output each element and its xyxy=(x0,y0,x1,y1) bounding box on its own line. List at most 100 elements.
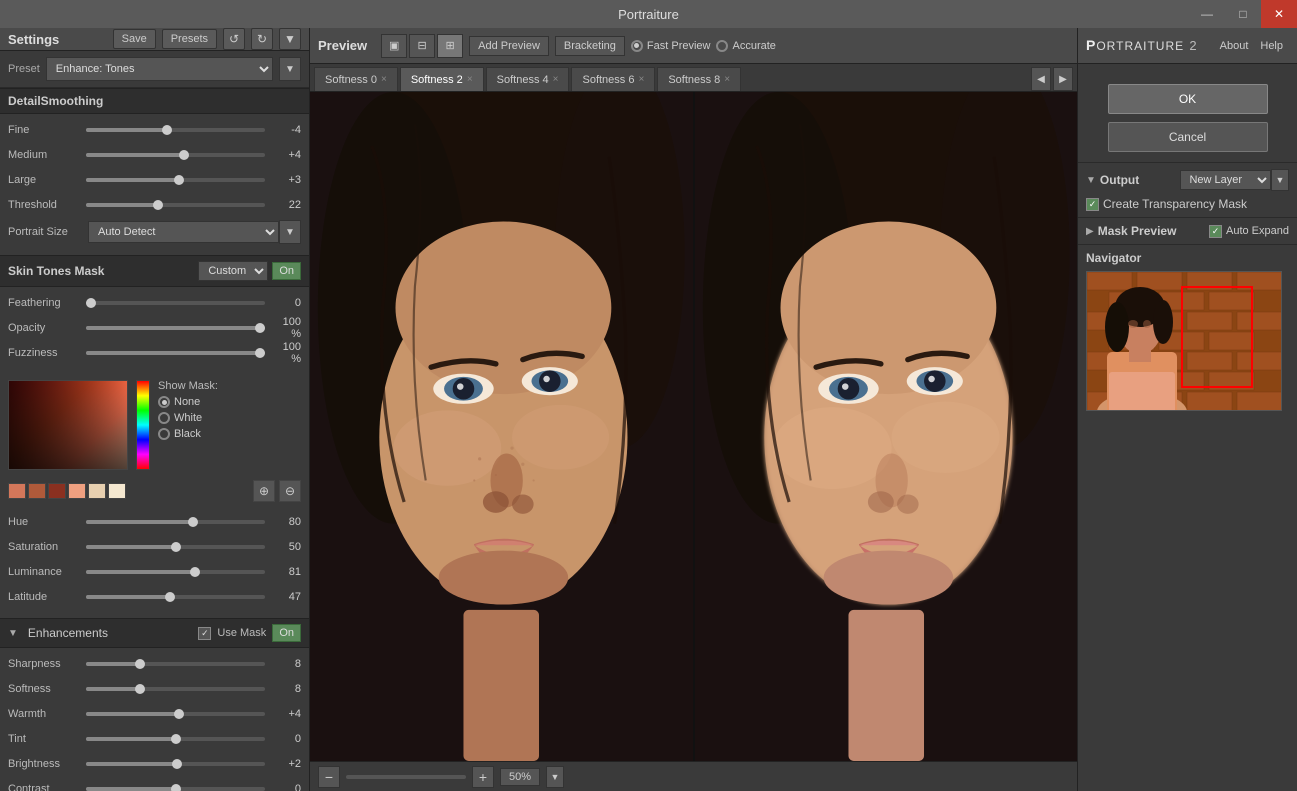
accurate-radio-dot[interactable] xyxy=(716,40,728,52)
zoom-dropdown-button[interactable]: ▼ xyxy=(546,766,564,788)
large-label: Large xyxy=(8,174,80,186)
cancel-button[interactable]: Cancel xyxy=(1108,122,1268,152)
close-button[interactable]: ✕ xyxy=(1261,0,1297,28)
redo-button[interactable]: ↻ xyxy=(251,28,273,50)
tint-slider-row: Tint 0 xyxy=(8,729,301,749)
mask-none-option[interactable]: None xyxy=(158,396,218,408)
output-select-arrow[interactable]: ▼ xyxy=(1271,169,1289,191)
hue-track[interactable] xyxy=(86,520,265,524)
accurate-radio[interactable]: Accurate xyxy=(716,40,775,52)
tab-prev-button[interactable]: ◀ xyxy=(1031,67,1051,91)
opacity-track[interactable] xyxy=(86,326,265,330)
tab-softness-4-close[interactable]: × xyxy=(553,74,559,85)
fine-track[interactable] xyxy=(86,128,265,132)
medium-track[interactable] xyxy=(86,153,265,157)
zoom-minus-button[interactable]: − xyxy=(318,766,340,788)
mask-white-option[interactable]: White xyxy=(158,412,218,424)
fast-preview-radio-dot[interactable] xyxy=(631,40,643,52)
skin-custom-select[interactable]: Custom xyxy=(198,261,268,281)
view-dual-button[interactable]: ⊞ xyxy=(437,34,463,58)
minimize-button[interactable]: — xyxy=(1189,0,1225,28)
softness-track[interactable] xyxy=(86,687,265,691)
transparency-checkbox[interactable]: ✓ xyxy=(1086,198,1099,211)
tab-softness-8[interactable]: Softness 8 × xyxy=(657,67,741,91)
tab-softness-4[interactable]: Softness 4 × xyxy=(486,67,570,91)
mask-preview-collapse[interactable]: ▶ xyxy=(1086,226,1094,237)
swatch-3[interactable] xyxy=(48,483,66,499)
maximize-button[interactable]: □ xyxy=(1225,0,1261,28)
mask-none-radio[interactable] xyxy=(158,396,170,408)
swatch-6[interactable] xyxy=(108,483,126,499)
threshold-track[interactable] xyxy=(86,203,265,207)
mask-black-option[interactable]: Black xyxy=(158,428,218,440)
swatch-2[interactable] xyxy=(28,483,46,499)
swatch-5[interactable] xyxy=(88,483,106,499)
eyedropper-add-button[interactable]: ⊕ xyxy=(253,480,275,502)
feathering-track[interactable] xyxy=(86,301,265,305)
sharpness-track[interactable] xyxy=(86,662,265,666)
auto-expand-checkbox[interactable]: ✓ xyxy=(1209,225,1222,238)
tab-softness-2[interactable]: Softness 2 × xyxy=(400,67,484,91)
latitude-value: 47 xyxy=(271,591,301,603)
swatch-4[interactable] xyxy=(68,483,86,499)
tab-softness-2-close[interactable]: × xyxy=(467,74,473,85)
brightness-track[interactable] xyxy=(86,762,265,766)
enh-on-button[interactable]: On xyxy=(272,624,301,642)
mask-black-radio[interactable] xyxy=(158,428,170,440)
fuzziness-track[interactable] xyxy=(86,351,265,355)
tab-softness-6-close[interactable]: × xyxy=(638,74,644,85)
bracketing-button[interactable]: Bracketing xyxy=(555,36,625,56)
use-mask-checkbox[interactable]: ✓ xyxy=(198,627,211,640)
eyedropper-remove-button[interactable]: ⊖ xyxy=(279,480,301,502)
portrait-size-arrow[interactable]: ▼ xyxy=(279,220,301,244)
settings-title: Settings xyxy=(8,32,107,47)
tint-track[interactable] xyxy=(86,737,265,741)
fast-preview-radio[interactable]: Fast Preview xyxy=(631,40,711,52)
tab-softness-8-close[interactable]: × xyxy=(724,74,730,85)
latitude-track[interactable] xyxy=(86,595,265,599)
saturation-track[interactable] xyxy=(86,545,265,549)
tab-next-button[interactable]: ▶ xyxy=(1053,67,1073,91)
zoom-slider[interactable] xyxy=(346,775,466,779)
warmth-track[interactable] xyxy=(86,712,265,716)
preset-dropdown-arrow[interactable]: ▼ xyxy=(279,57,301,81)
mask-white-radio[interactable] xyxy=(158,412,170,424)
view-split-button[interactable]: ⊟ xyxy=(409,34,435,58)
zoom-plus-button[interactable]: + xyxy=(472,766,494,788)
tab-navigation: ◀ ▶ xyxy=(1031,67,1073,91)
ok-button[interactable]: OK xyxy=(1108,84,1268,114)
swatch-1[interactable] xyxy=(8,483,26,499)
tab-softness-6[interactable]: Softness 6 × xyxy=(571,67,655,91)
presets-button[interactable]: Presets xyxy=(162,29,217,49)
navigator-label: Navigator xyxy=(1086,251,1289,265)
auto-expand-label: Auto Expand xyxy=(1226,225,1289,237)
medium-slider-row: Medium +4 xyxy=(8,145,301,165)
undo-button[interactable]: ↺ xyxy=(223,28,245,50)
large-track[interactable] xyxy=(86,178,265,182)
color-gradient[interactable] xyxy=(8,380,128,470)
enh-collapse-arrow[interactable]: ▼ xyxy=(8,628,18,639)
show-mask-area: Show Mask: None White Black xyxy=(158,380,218,470)
output-select[interactable]: New Layer xyxy=(1180,170,1271,190)
add-preview-button[interactable]: Add Preview xyxy=(469,36,549,56)
settings-arrow-button[interactable]: ▼ xyxy=(279,28,301,50)
contrast-track[interactable] xyxy=(86,787,265,791)
skin-tones-header: Skin Tones Mask Custom On xyxy=(0,255,309,287)
skin-on-button[interactable]: On xyxy=(272,262,301,280)
about-button[interactable]: About xyxy=(1214,37,1255,55)
output-collapse-arrow[interactable]: ▼ xyxy=(1086,175,1096,186)
navigator-thumbnail[interactable] xyxy=(1086,271,1282,411)
preset-select[interactable]: Enhance: Tones xyxy=(46,57,273,81)
save-button[interactable]: Save xyxy=(113,29,156,49)
view-single-button[interactable]: ▣ xyxy=(381,34,407,58)
medium-value: +4 xyxy=(271,149,301,161)
luminance-track[interactable] xyxy=(86,570,265,574)
saturation-value: 50 xyxy=(271,541,301,553)
color-hue-bar[interactable] xyxy=(136,380,150,470)
tab-softness-0-close[interactable]: × xyxy=(381,74,387,85)
help-button[interactable]: Help xyxy=(1254,37,1289,55)
mask-none-label: None xyxy=(174,396,200,408)
tab-softness-0[interactable]: Softness 0 × xyxy=(314,67,398,91)
portrait-size-label: Portrait Size xyxy=(8,226,88,238)
portrait-size-select[interactable]: Auto Detect xyxy=(88,221,279,243)
